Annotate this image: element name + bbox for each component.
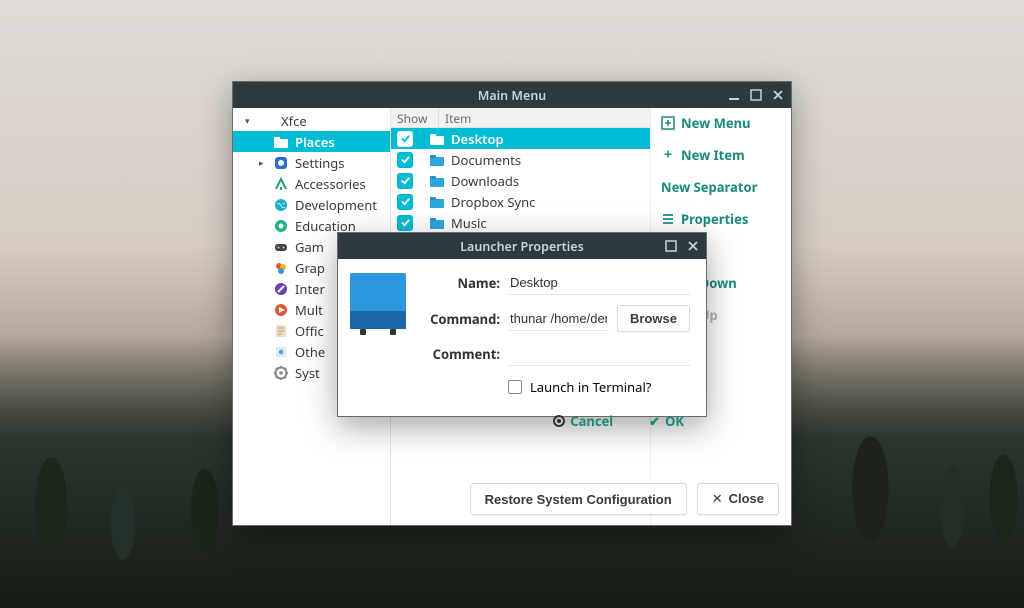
maximize-icon[interactable]: [664, 239, 678, 253]
item-row-desktop[interactable]: Desktop: [391, 128, 650, 149]
item-label: Documents: [451, 151, 521, 169]
properties-label: Properties: [681, 210, 748, 228]
launcher-icon[interactable]: [350, 273, 406, 329]
close-x-icon: ✕: [712, 491, 723, 506]
cancel-icon: [553, 415, 565, 427]
properties-button[interactable]: Properties: [661, 210, 781, 228]
cancel-label: Cancel: [570, 412, 613, 430]
office-icon: [273, 323, 289, 339]
edu-icon: [273, 218, 289, 234]
category-item-settings[interactable]: ▸ Settings: [233, 152, 390, 173]
category-label: Development: [295, 196, 384, 214]
launch-terminal-label: Launch in Terminal?: [530, 378, 651, 396]
new-separator-label: New Separator: [661, 178, 757, 196]
collapse-icon[interactable]: ▾: [245, 114, 253, 127]
item-row-dropbox-sync[interactable]: Dropbox Sync: [391, 191, 650, 212]
accessories-icon: [273, 176, 289, 192]
browse-button[interactable]: Browse: [617, 305, 690, 332]
folder-icon: [429, 131, 445, 147]
close-icon[interactable]: [686, 239, 700, 253]
new-separator-button[interactable]: New Separator: [661, 178, 781, 196]
category-label: Accessories: [295, 175, 384, 193]
folder-icon: [429, 152, 445, 168]
restore-config-button[interactable]: Restore System Configuration: [470, 483, 687, 515]
items-header: Show Item: [391, 108, 650, 128]
folder-icon: [429, 215, 445, 231]
expand-icon[interactable]: ▸: [259, 156, 267, 169]
show-checkbox[interactable]: [397, 152, 413, 168]
ok-button[interactable]: ✔ OK: [649, 412, 684, 430]
comment-label: Comment:: [420, 345, 500, 363]
new-item-button[interactable]: + New Item: [661, 146, 781, 164]
item-label: Music: [451, 214, 487, 232]
close-icon[interactable]: [771, 88, 785, 102]
settings-icon: [273, 155, 289, 171]
dev-icon: ⌥: [273, 197, 289, 213]
new-item-label: New Item: [681, 146, 745, 164]
category-item-places[interactable]: Places: [233, 131, 390, 152]
command-field[interactable]: [508, 307, 609, 331]
new-menu-label: New Menu: [681, 114, 751, 132]
command-label: Command:: [420, 310, 500, 328]
browse-label: Browse: [630, 311, 677, 326]
check-icon: ✔: [649, 412, 660, 430]
new-menu-button[interactable]: New Menu: [661, 114, 781, 132]
games-icon: [273, 239, 289, 255]
close-label: Close: [729, 491, 764, 506]
system-icon: [273, 365, 289, 381]
show-checkbox[interactable]: [397, 173, 413, 189]
folder-icon: [273, 134, 289, 150]
other-icon: [273, 344, 289, 360]
item-label: Downloads: [451, 172, 519, 190]
item-row-downloads[interactable]: Downloads: [391, 170, 650, 191]
launch-terminal-checkbox[interactable]: [508, 380, 522, 394]
category-label: Settings: [295, 154, 384, 172]
cancel-button[interactable]: Cancel: [553, 412, 613, 430]
xfce-icon: [259, 113, 275, 129]
folder-icon: [429, 194, 445, 210]
show-checkbox[interactable]: [397, 215, 413, 231]
item-label: Desktop: [451, 130, 504, 148]
folder-icon: [429, 173, 445, 189]
restore-config-label: Restore System Configuration: [485, 492, 672, 507]
name-label: Name:: [420, 274, 500, 292]
main-menu-title: Main Menu: [478, 87, 547, 104]
name-field[interactable]: [508, 271, 690, 295]
multimedia-icon: [273, 302, 289, 318]
launcher-titlebar[interactable]: Launcher Properties: [338, 233, 706, 259]
launcher-properties-dialog: Launcher Properties Name: Command: Brows…: [337, 232, 707, 417]
maximize-icon[interactable]: [749, 88, 763, 102]
category-item-accessories[interactable]: Accessories: [233, 173, 390, 194]
launcher-title: Launcher Properties: [460, 238, 584, 255]
comment-field[interactable]: [508, 342, 690, 366]
item-row-music[interactable]: Music: [391, 212, 650, 233]
minimize-icon[interactable]: [727, 88, 741, 102]
internet-icon: [273, 281, 289, 297]
main-menu-titlebar[interactable]: Main Menu: [233, 82, 791, 108]
category-item-development[interactable]: ⌥ Development: [233, 194, 390, 215]
category-root[interactable]: ▾ Xfce: [233, 110, 390, 131]
close-button[interactable]: ✕ Close: [697, 483, 779, 515]
col-show[interactable]: Show: [391, 108, 439, 127]
category-root-label: Xfce: [281, 112, 384, 130]
show-checkbox[interactable]: [397, 131, 413, 147]
item-label: Dropbox Sync: [451, 193, 535, 211]
show-checkbox[interactable]: [397, 194, 413, 210]
ok-label: OK: [665, 412, 684, 430]
col-item[interactable]: Item: [439, 108, 650, 127]
graphics-icon: [273, 260, 289, 276]
item-row-documents[interactable]: Documents: [391, 149, 650, 170]
category-label: Places: [295, 133, 384, 151]
svg-text:⌥: ⌥: [276, 200, 285, 211]
